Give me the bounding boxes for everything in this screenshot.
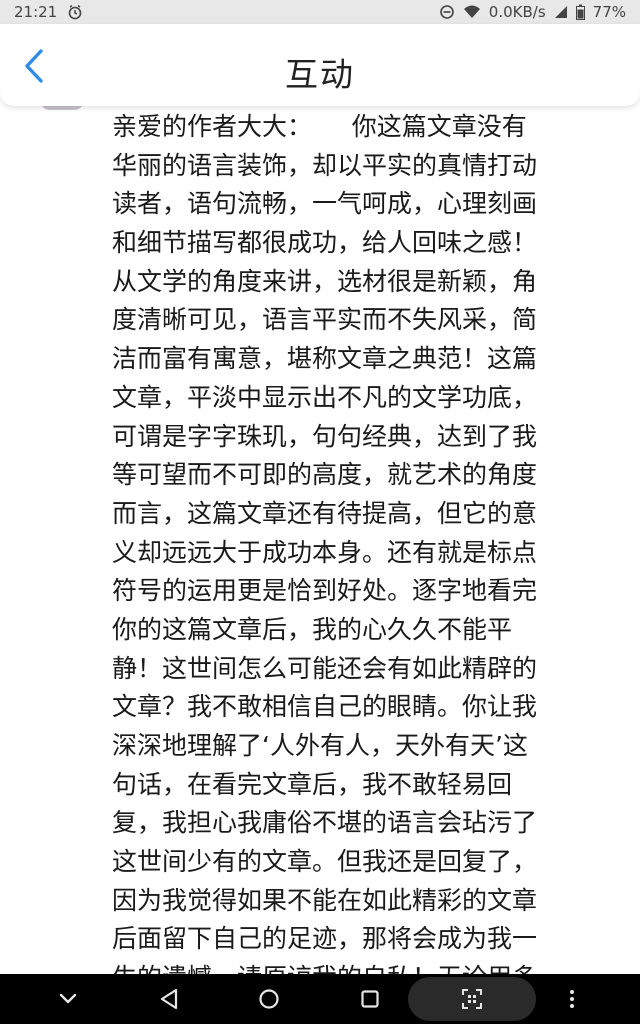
page-title: 互动 (285, 55, 355, 94)
chevron-down-icon (59, 993, 77, 1005)
comment-line: 等可望而不可即的高度，就艺术的角度 (112, 460, 538, 490)
comment-line: 文章，平淡中显示出不凡的文学功底， (112, 382, 538, 412)
comment-line: 洁而富有寓意，堪称文章之典范！这篇 (112, 344, 538, 374)
scan-icon (461, 988, 483, 1010)
comment-line: 后面留下自己的足迹，那将会成为我一 (112, 924, 538, 954)
status-time: 21:21 (14, 3, 58, 21)
signal-icon (554, 4, 568, 20)
recents-square-icon (360, 989, 380, 1009)
app-header: 互动 (0, 24, 640, 106)
more-vertical-icon (569, 989, 575, 1009)
comment-line: 符号的运用更是恰到好处。逐字地看完 (112, 576, 538, 606)
more-button[interactable] (542, 974, 602, 1024)
comment-line: 你的这篇文章后，我的心久久不能平 (112, 614, 513, 644)
comment-line: 深深地理解了‘人外有人，天外有天’这 (112, 731, 528, 760)
back-triangle-icon (159, 988, 179, 1010)
comment-line: 静！这世间怎么可能还会有如此精辟的 (112, 653, 538, 683)
comment-line: 生的遗憾。请原谅我的自私！无论用多 (112, 959, 622, 974)
comment-line: 句话，在看完文章后，我不敢轻易回 (112, 769, 513, 799)
back-nav-button[interactable] (139, 974, 199, 1024)
comment-line: 亲爱的作者大大： 你这篇文章没有 (112, 112, 527, 141)
recents-button[interactable] (340, 974, 400, 1024)
dnd-icon (439, 4, 455, 20)
comment-line: 从文学的角度来讲，选材很是新颖，角 (112, 266, 538, 296)
comment-line: 复，我担心我庸俗不堪的语言会玷污了 (112, 808, 538, 838)
comment-line: 读者，语句流畅，一气呵成，心理刻画 (112, 189, 538, 219)
scan-button[interactable] (408, 977, 536, 1021)
comment-line: 因为我觉得如果不能在如此精彩的文章 (112, 885, 538, 915)
alarm-icon (67, 4, 83, 20)
comment-line: 义却远远大于成功本身。还有就是标点 (112, 537, 538, 567)
collapse-button[interactable] (38, 974, 98, 1024)
comment-line: 华丽的语言装饰，却以平实的真情打动 (112, 150, 538, 180)
comment-line: 可谓是字字珠玑，句句经典，达到了我 (112, 421, 538, 451)
home-button[interactable] (239, 974, 299, 1024)
comment-line: 而言，这篇文章还有待提高，但它的意 (112, 498, 538, 528)
wifi-icon (463, 4, 481, 20)
comment-line: 文章？我不敢相信自己的眼睛。你让我 (112, 692, 538, 722)
network-speed: 0.0KB/s (488, 3, 546, 21)
comment-line: 和细节描写都很成功，给人回味之感！ (112, 228, 538, 258)
battery-percent: 77% (592, 3, 626, 21)
battery-icon (575, 4, 585, 20)
status-bar: 21:21 0.0KB/s 77% (0, 0, 640, 24)
comment-line: 这世间少有的文章。但我还是回复了， (112, 847, 538, 877)
comment-line: 度清晰可见，语言平实而不失风采，简 (112, 305, 538, 335)
home-circle-icon (258, 988, 280, 1010)
comment-body: 亲爱的作者大大： 你这篇文章没有 华丽的语言装饰，却以平实的真情打动 读者，语句流畅… (112, 108, 622, 974)
navigation-bar (0, 974, 640, 1024)
